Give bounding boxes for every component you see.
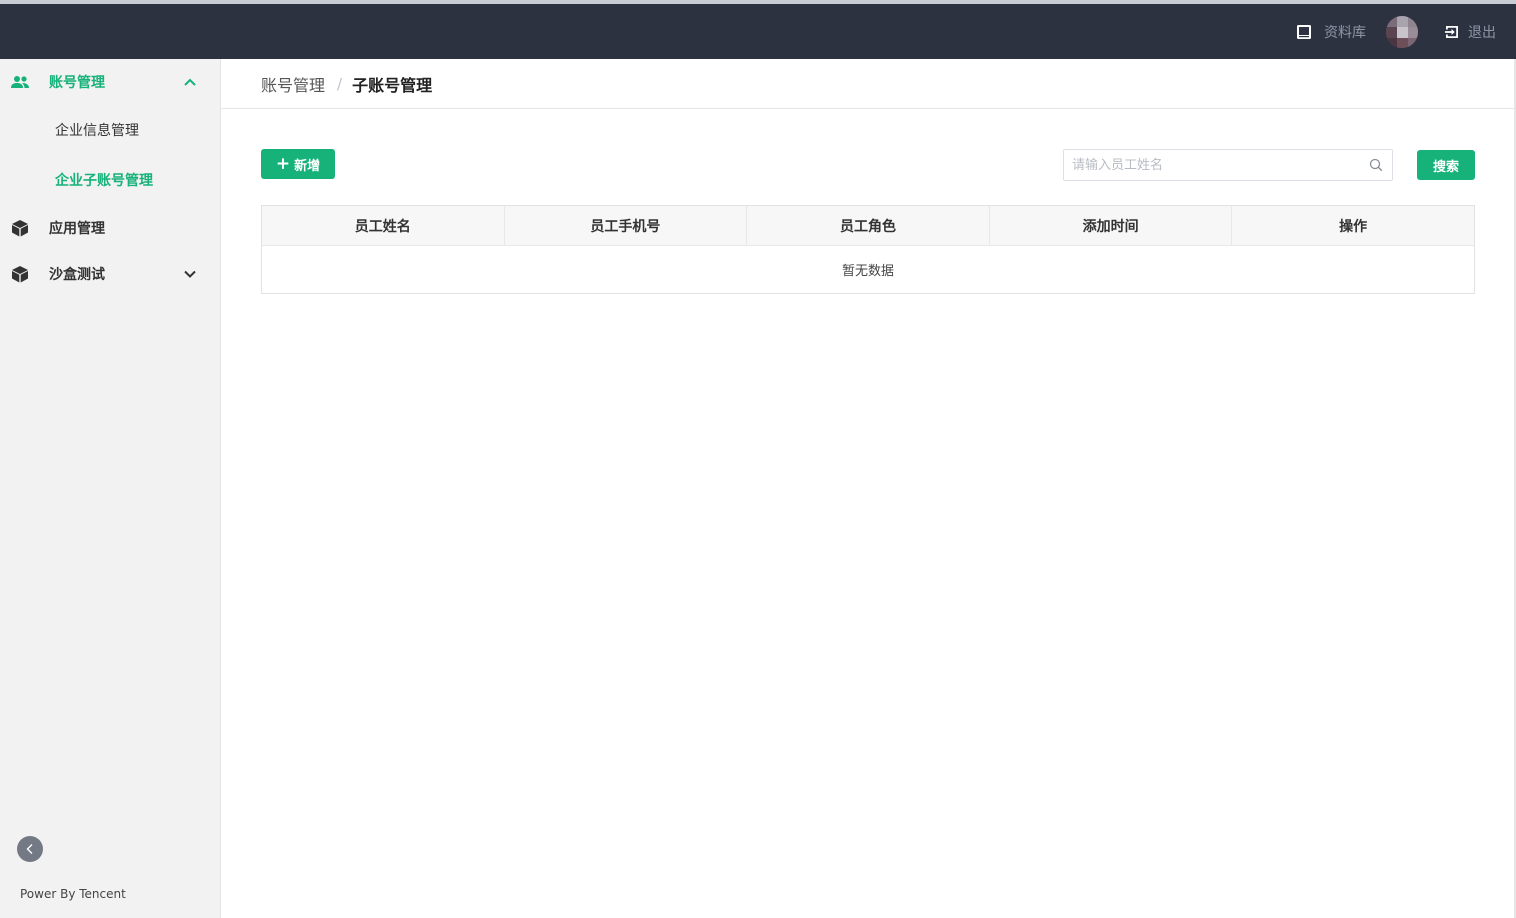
breadcrumb-current: 子账号管理: [352, 75, 433, 95]
search-box: [1063, 149, 1393, 181]
plus-icon: +: [275, 153, 291, 174]
book-icon: [1297, 24, 1311, 39]
sidebar-item-company-info[interactable]: 企业信息管理: [0, 110, 220, 150]
library-link[interactable]: 资料库: [1296, 22, 1366, 42]
logout-button[interactable]: 退出: [1444, 22, 1496, 42]
breadcrumb-parent[interactable]: 账号管理: [261, 72, 325, 96]
add-button[interactable]: + 新增: [261, 149, 335, 179]
breadcrumb: 账号管理 / 子账号管理: [221, 59, 1516, 109]
chevron-down-icon: [184, 270, 196, 278]
logout-label: 退出: [1468, 24, 1496, 41]
avatar[interactable]: [1386, 15, 1418, 48]
sidebar-group-label: 账号管理: [49, 75, 105, 91]
footer-text: Power By Tencent: [20, 887, 126, 901]
search-icon[interactable]: [1369, 158, 1383, 172]
search-button-label: 搜索: [1432, 159, 1459, 175]
sidebar-group-label: 沙盒测试: [49, 267, 105, 283]
column-header-role: 员工角色: [747, 206, 990, 245]
sidebar-group-label: 应用管理: [49, 221, 105, 237]
cube-icon: [10, 264, 30, 284]
logout-icon: [1445, 25, 1458, 38]
sidebar-group-apps[interactable]: 应用管理: [0, 205, 220, 251]
column-header-added-time: 添加时间: [990, 206, 1233, 245]
add-button-label: 新增: [294, 158, 321, 174]
sidebar-item-label: 企业子账号管理: [55, 173, 153, 189]
sidebar-item-sub-accounts[interactable]: 企业子账号管理: [0, 160, 220, 200]
column-header-actions: 操作: [1339, 218, 1368, 235]
sidebar-collapse-button[interactable]: [17, 836, 43, 862]
employee-table: 员工姓名 员工手机号 员工角色 添加时间 操作 暂无数据: [261, 205, 1475, 294]
header-actions: 资料库 退出: [1296, 4, 1496, 59]
sidebar-group-sandbox[interactable]: 沙盒测试: [0, 251, 220, 297]
library-label: 资料库: [1324, 24, 1366, 41]
column-header-phone: 员工手机号: [505, 206, 748, 245]
chevron-left-icon: [26, 844, 33, 854]
breadcrumb-separator: /: [337, 74, 343, 93]
table-empty-state: 暂无数据: [841, 264, 894, 279]
sidebar: 账号管理 企业信息管理 企业子账号管理 应用管理 沙盒测试 Power By T…: [0, 59, 221, 918]
cube-icon: [10, 218, 30, 238]
top-header: 资料库 退出: [0, 4, 1516, 59]
search-input[interactable]: [1064, 150, 1360, 180]
table-header: 员工姓名 员工手机号 员工角色 添加时间 操作: [262, 206, 1474, 246]
column-header-name: 员工姓名: [262, 206, 505, 245]
sidebar-item-label: 企业信息管理: [55, 123, 139, 139]
sidebar-group-account[interactable]: 账号管理: [0, 59, 220, 105]
search-button[interactable]: 搜索: [1417, 150, 1475, 180]
chevron-up-icon: [184, 78, 196, 86]
users-icon: [10, 72, 30, 92]
